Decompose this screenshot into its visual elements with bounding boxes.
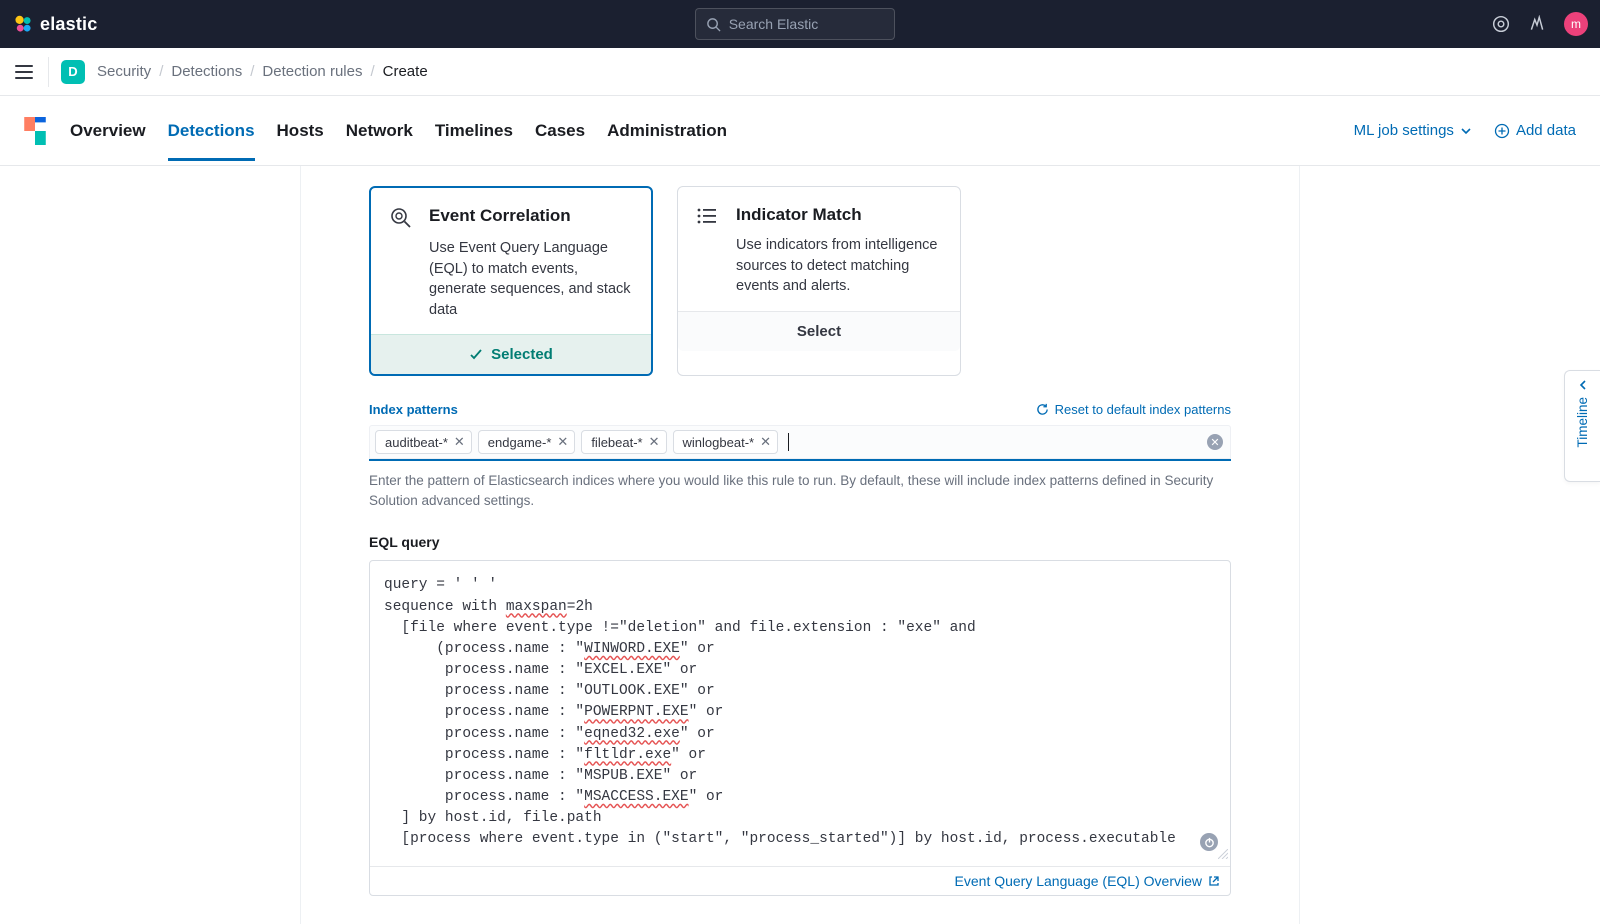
card-footer-selected: Selected: [371, 334, 651, 374]
ml-job-settings[interactable]: ML job settings: [1354, 122, 1472, 139]
card-footer-select[interactable]: Select: [678, 311, 960, 351]
top-bar: elastic m: [0, 0, 1600, 48]
tab-overview[interactable]: Overview: [70, 100, 146, 161]
tab-network[interactable]: Network: [346, 100, 413, 161]
tab-cases[interactable]: Cases: [535, 100, 585, 161]
global-search[interactable]: [695, 8, 895, 40]
pattern-pill: endgame-*✕: [478, 430, 576, 454]
nav-toggle[interactable]: [12, 60, 36, 84]
brand-name: elastic: [40, 14, 97, 35]
add-data-button[interactable]: Add data: [1494, 122, 1576, 139]
timeline-label: Timeline: [1575, 397, 1590, 448]
sub-header: D Security / Detections / Detection rule…: [0, 48, 1600, 96]
list-icon: [696, 205, 718, 227]
pattern-pill: auditbeat-*✕: [375, 430, 472, 454]
remove-pill-icon[interactable]: ✕: [649, 434, 660, 450]
chevron-down-icon: [1460, 125, 1472, 137]
resize-handle-icon[interactable]: [1218, 849, 1228, 859]
tab-timelines[interactable]: Timelines: [435, 100, 513, 161]
app-nav: Overview Detections Hosts Network Timeli…: [0, 96, 1600, 166]
index-patterns-help: Enter the pattern of Elasticsearch indic…: [369, 471, 1231, 510]
tab-administration[interactable]: Administration: [607, 100, 727, 161]
global-search-input[interactable]: [729, 16, 884, 32]
logo[interactable]: elastic: [12, 13, 97, 35]
crumb-rules[interactable]: Detection rules: [262, 63, 362, 80]
card-desc: Use Event Query Language (EQL) to match …: [429, 238, 633, 320]
remove-pill-icon[interactable]: ✕: [557, 434, 568, 450]
check-icon: [469, 348, 483, 362]
security-app-icon: [24, 117, 46, 145]
tab-hosts[interactable]: Hosts: [277, 100, 324, 161]
refresh-icon: [1036, 403, 1049, 416]
remove-pill-icon[interactable]: ✕: [760, 434, 771, 450]
help-icon[interactable]: [1492, 15, 1510, 33]
clear-all-pills[interactable]: ✕: [1207, 434, 1223, 450]
breadcrumbs: Security / Detections / Detection rules …: [97, 63, 428, 80]
text-cursor: [788, 433, 789, 451]
card-title: Indicator Match: [736, 205, 942, 225]
pattern-pill: winlogbeat-*✕: [673, 430, 778, 454]
card-title: Event Correlation: [429, 206, 633, 226]
search-icon: [706, 17, 721, 32]
rule-type-event-correlation[interactable]: Event Correlation Use Event Query Langua…: [369, 186, 653, 376]
crumb-create: Create: [383, 63, 428, 80]
reset-index-patterns[interactable]: Reset to default index patterns: [1036, 402, 1231, 417]
user-avatar[interactable]: m: [1564, 12, 1588, 36]
eql-code[interactable]: query = ' ' ' sequence with maxspan=2h […: [370, 561, 1230, 866]
crumb-detections[interactable]: Detections: [171, 63, 242, 80]
chevron-left-icon: [1577, 379, 1589, 391]
index-patterns-label: Index patterns: [369, 402, 458, 417]
eql-query-editor[interactable]: query = ' ' ' sequence with maxspan=2h […: [369, 560, 1231, 896]
tab-detections[interactable]: Detections: [168, 100, 255, 161]
remove-pill-icon[interactable]: ✕: [454, 434, 465, 450]
divider: [48, 57, 49, 87]
pattern-pill: filebeat-*✕: [581, 430, 666, 454]
space-selector[interactable]: D: [61, 60, 85, 84]
newsfeed-icon[interactable]: [1528, 15, 1546, 33]
magnifier-gear-icon: [389, 206, 413, 230]
eql-docs-link[interactable]: Event Query Language (EQL) Overview: [955, 873, 1220, 889]
eql-query-label: EQL query: [369, 534, 1231, 550]
index-patterns-input[interactable]: auditbeat-*✕ endgame-*✕ filebeat-*✕ winl…: [369, 425, 1231, 461]
external-link-icon: [1208, 875, 1220, 887]
rule-type-indicator-match[interactable]: Indicator Match Use indicators from inte…: [677, 186, 961, 376]
plus-circle-icon: [1494, 123, 1510, 139]
timeline-flyout-toggle[interactable]: Timeline: [1564, 370, 1600, 482]
elastic-logo-icon: [12, 13, 34, 35]
card-desc: Use indicators from intelligence sources…: [736, 235, 942, 297]
crumb-security[interactable]: Security: [97, 63, 151, 80]
